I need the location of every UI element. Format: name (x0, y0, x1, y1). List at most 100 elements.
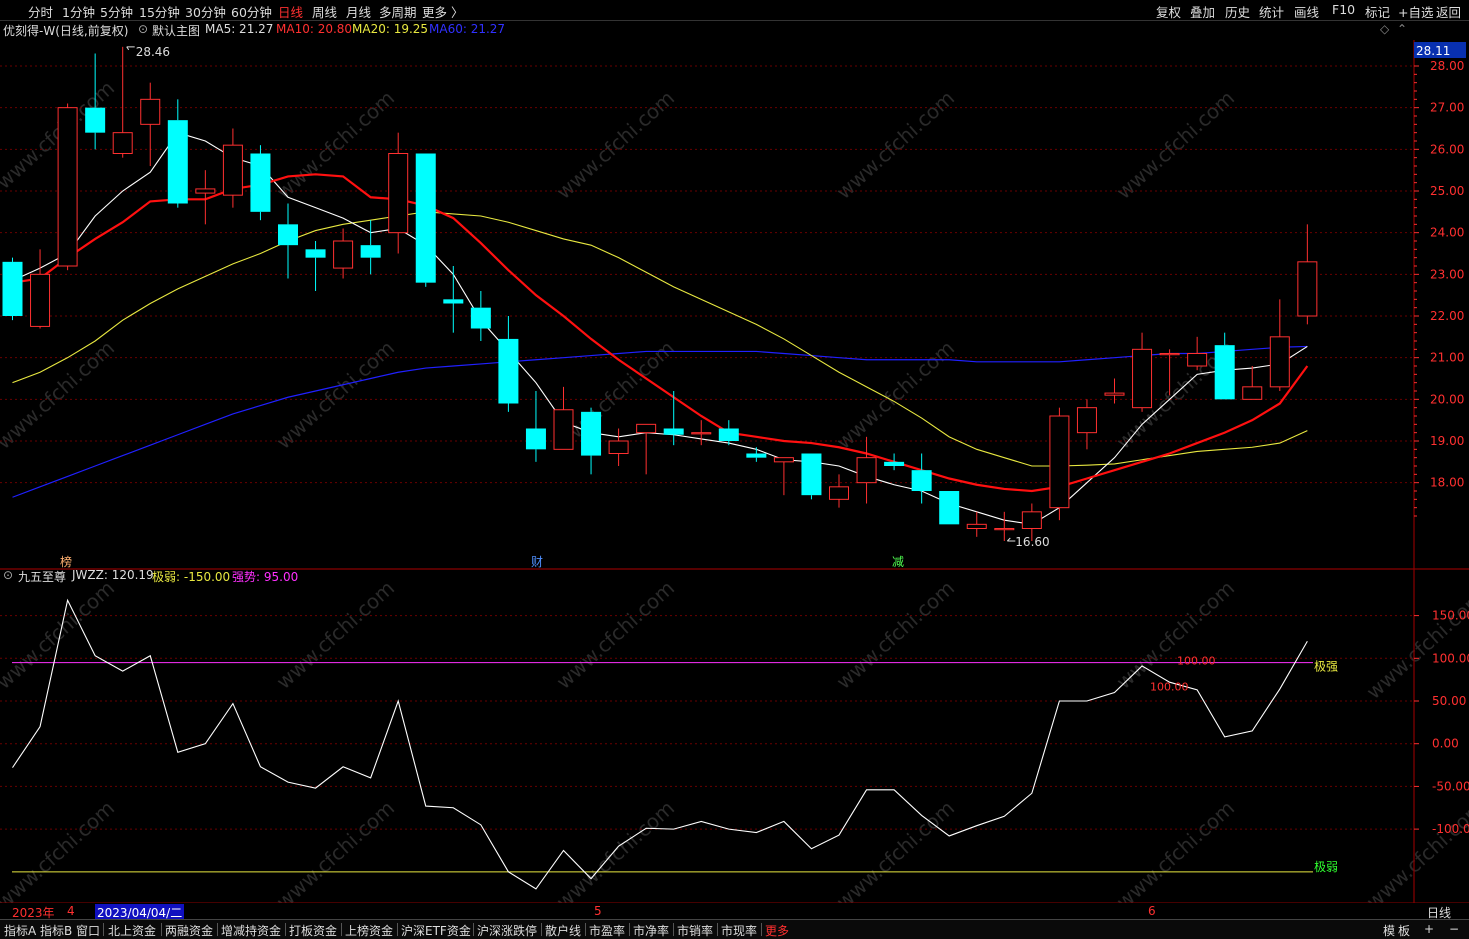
period-tab-minute[interactable]: 分时 (28, 2, 53, 21)
kline-chart[interactable]: www.cfchi.com www.cfchi.com www.cfchi.com w… (0, 0, 1469, 938)
tab-indicator-a[interactable]: 指标A (4, 922, 36, 939)
period-tab-5min[interactable]: 5分钟 (100, 2, 133, 21)
diamond-icon[interactable]: ◇ (1380, 22, 1389, 36)
tab-window[interactable]: 窗口 (76, 922, 100, 939)
candle-body (498, 338, 519, 404)
stock-title: 优刻得-W(日线,前复权) (3, 24, 129, 38)
f10-button[interactable]: F10 (1332, 2, 1355, 17)
candle-body (278, 224, 298, 246)
candle-body (636, 423, 657, 434)
candle-body (1021, 511, 1042, 530)
candle (140, 82, 161, 166)
ma20-line (12, 211, 1308, 467)
candle-body (1269, 336, 1290, 388)
tab-etf-funds[interactable]: 沪深ETF资金 (401, 922, 471, 939)
candle-body (1104, 392, 1125, 396)
candle-body (829, 486, 849, 500)
candle (773, 457, 794, 496)
candle (856, 436, 877, 504)
indicator-tick-label: 150.00 (1432, 609, 1469, 623)
candle-body (415, 153, 436, 283)
ma5-line (12, 132, 1308, 525)
candle (1049, 407, 1070, 521)
period-tab-multi[interactable]: 多周期 (379, 2, 417, 21)
period-tab-60min[interactable]: 60分钟 (231, 2, 272, 21)
tab-indicator-b[interactable]: 指标B (40, 922, 72, 939)
back-button[interactable]: 返回 (1436, 2, 1461, 21)
watermark-text: www.cfchi.com (0, 796, 119, 914)
candle-body (718, 428, 739, 441)
period-tab-15min[interactable]: 15分钟 (139, 2, 180, 21)
indicator-layer: 极强极弱 100.00 100.00 (12, 598, 1338, 890)
adjust-button[interactable]: 复权 (1156, 2, 1181, 21)
candle-body (966, 523, 987, 529)
candle-body (250, 153, 271, 212)
collapse-icon[interactable]: ⌃ (1397, 22, 1407, 36)
tab-more[interactable]: 更多 (765, 922, 789, 939)
tab-limit-up-funds[interactable]: 打板资金 (289, 922, 337, 939)
candle (581, 407, 602, 475)
tab-retail-line[interactable]: 散户线 (545, 922, 581, 939)
candle-body (57, 107, 78, 267)
candle (305, 241, 326, 291)
label-layer: 28.46 16.60 榜 财 减 (60, 45, 1050, 569)
candle (1242, 366, 1263, 400)
price-tick-label: 25.00 (1430, 184, 1464, 198)
candle (939, 491, 960, 525)
ma-layer (12, 132, 1309, 525)
candle (801, 453, 822, 500)
tab-pb[interactable]: 市净率 (633, 922, 669, 939)
candle-body (443, 299, 464, 304)
tab-northbound[interactable]: 北上资金 (108, 922, 156, 939)
template-toggle-icon[interactable]: ⊙ (138, 22, 148, 36)
history-button[interactable]: 历史 (1225, 2, 1250, 21)
indicator-toggle-icon[interactable]: ⊙ (3, 568, 13, 582)
zoom-out-button[interactable]: − (1449, 922, 1459, 936)
candle (360, 220, 381, 275)
candle-body (470, 307, 491, 329)
watermark-text: www.cfchi.com (1362, 586, 1469, 704)
jwzz-value: JWZZ: 120.19 (72, 568, 154, 582)
watermark-layer: www.cfchi.com www.cfchi.com www.cfchi.com w… (0, 76, 1469, 914)
period-tab-weekly[interactable]: 周线 (312, 2, 337, 21)
price-tick-label: 28.00 (1430, 59, 1464, 73)
tab-pe[interactable]: 市盈率 (589, 922, 625, 939)
price-tick-label: 23.00 (1430, 267, 1464, 281)
tab-toplist-funds[interactable]: 上榜资金 (345, 922, 393, 939)
event-marker: 榜 (60, 554, 72, 569)
candle (195, 170, 216, 225)
candle-body (746, 453, 767, 458)
period-tab-30min[interactable]: 30分钟 (185, 2, 226, 21)
candle (1159, 349, 1180, 396)
template-name[interactable]: 默认主图 (152, 22, 200, 39)
candle-body (773, 457, 794, 463)
watermark-text: www.cfchi.com (1112, 86, 1239, 204)
tab-pcf[interactable]: 市现率 (721, 922, 757, 939)
watermark-text: www.cfchi.com (0, 76, 119, 194)
tab-limit-stats[interactable]: 沪深涨跌停 (477, 922, 537, 939)
watermark-text: www.cfchi.com (552, 796, 679, 914)
candle-body (1214, 345, 1235, 400)
period-more-dropdown[interactable]: 更多 〉 (422, 2, 463, 21)
add-watchlist-button[interactable]: +自选 (1398, 2, 1433, 21)
period-tab-1min[interactable]: 1分钟 (62, 2, 95, 21)
indicator-value-label: 100.00 (1150, 680, 1189, 693)
candle-body (1187, 353, 1208, 367)
candle-body (663, 428, 684, 435)
period-tab-monthly[interactable]: 月线 (346, 2, 371, 21)
candle-body (525, 428, 546, 450)
tab-holding-change[interactable]: 增减持资金 (221, 922, 281, 939)
period-tab-daily[interactable]: 日线 (278, 2, 303, 21)
zoom-in-button[interactable]: + (1424, 922, 1434, 936)
strong-label: 极强 (1314, 660, 1338, 674)
tab-margin[interactable]: 两融资金 (165, 922, 213, 939)
price-tick-label: 21.00 (1430, 351, 1464, 365)
stats-button[interactable]: 统计 (1259, 2, 1284, 21)
board-button[interactable]: 板 (1398, 922, 1410, 939)
tab-ps[interactable]: 市销率 (677, 922, 713, 939)
overlay-button[interactable]: 叠加 (1190, 2, 1215, 21)
draw-line-button[interactable]: 画线 (1294, 2, 1319, 21)
template-button[interactable]: 模 (1383, 922, 1395, 939)
mark-button[interactable]: 标记 (1365, 2, 1390, 21)
indicator-name[interactable]: 九五至尊 (18, 568, 66, 585)
